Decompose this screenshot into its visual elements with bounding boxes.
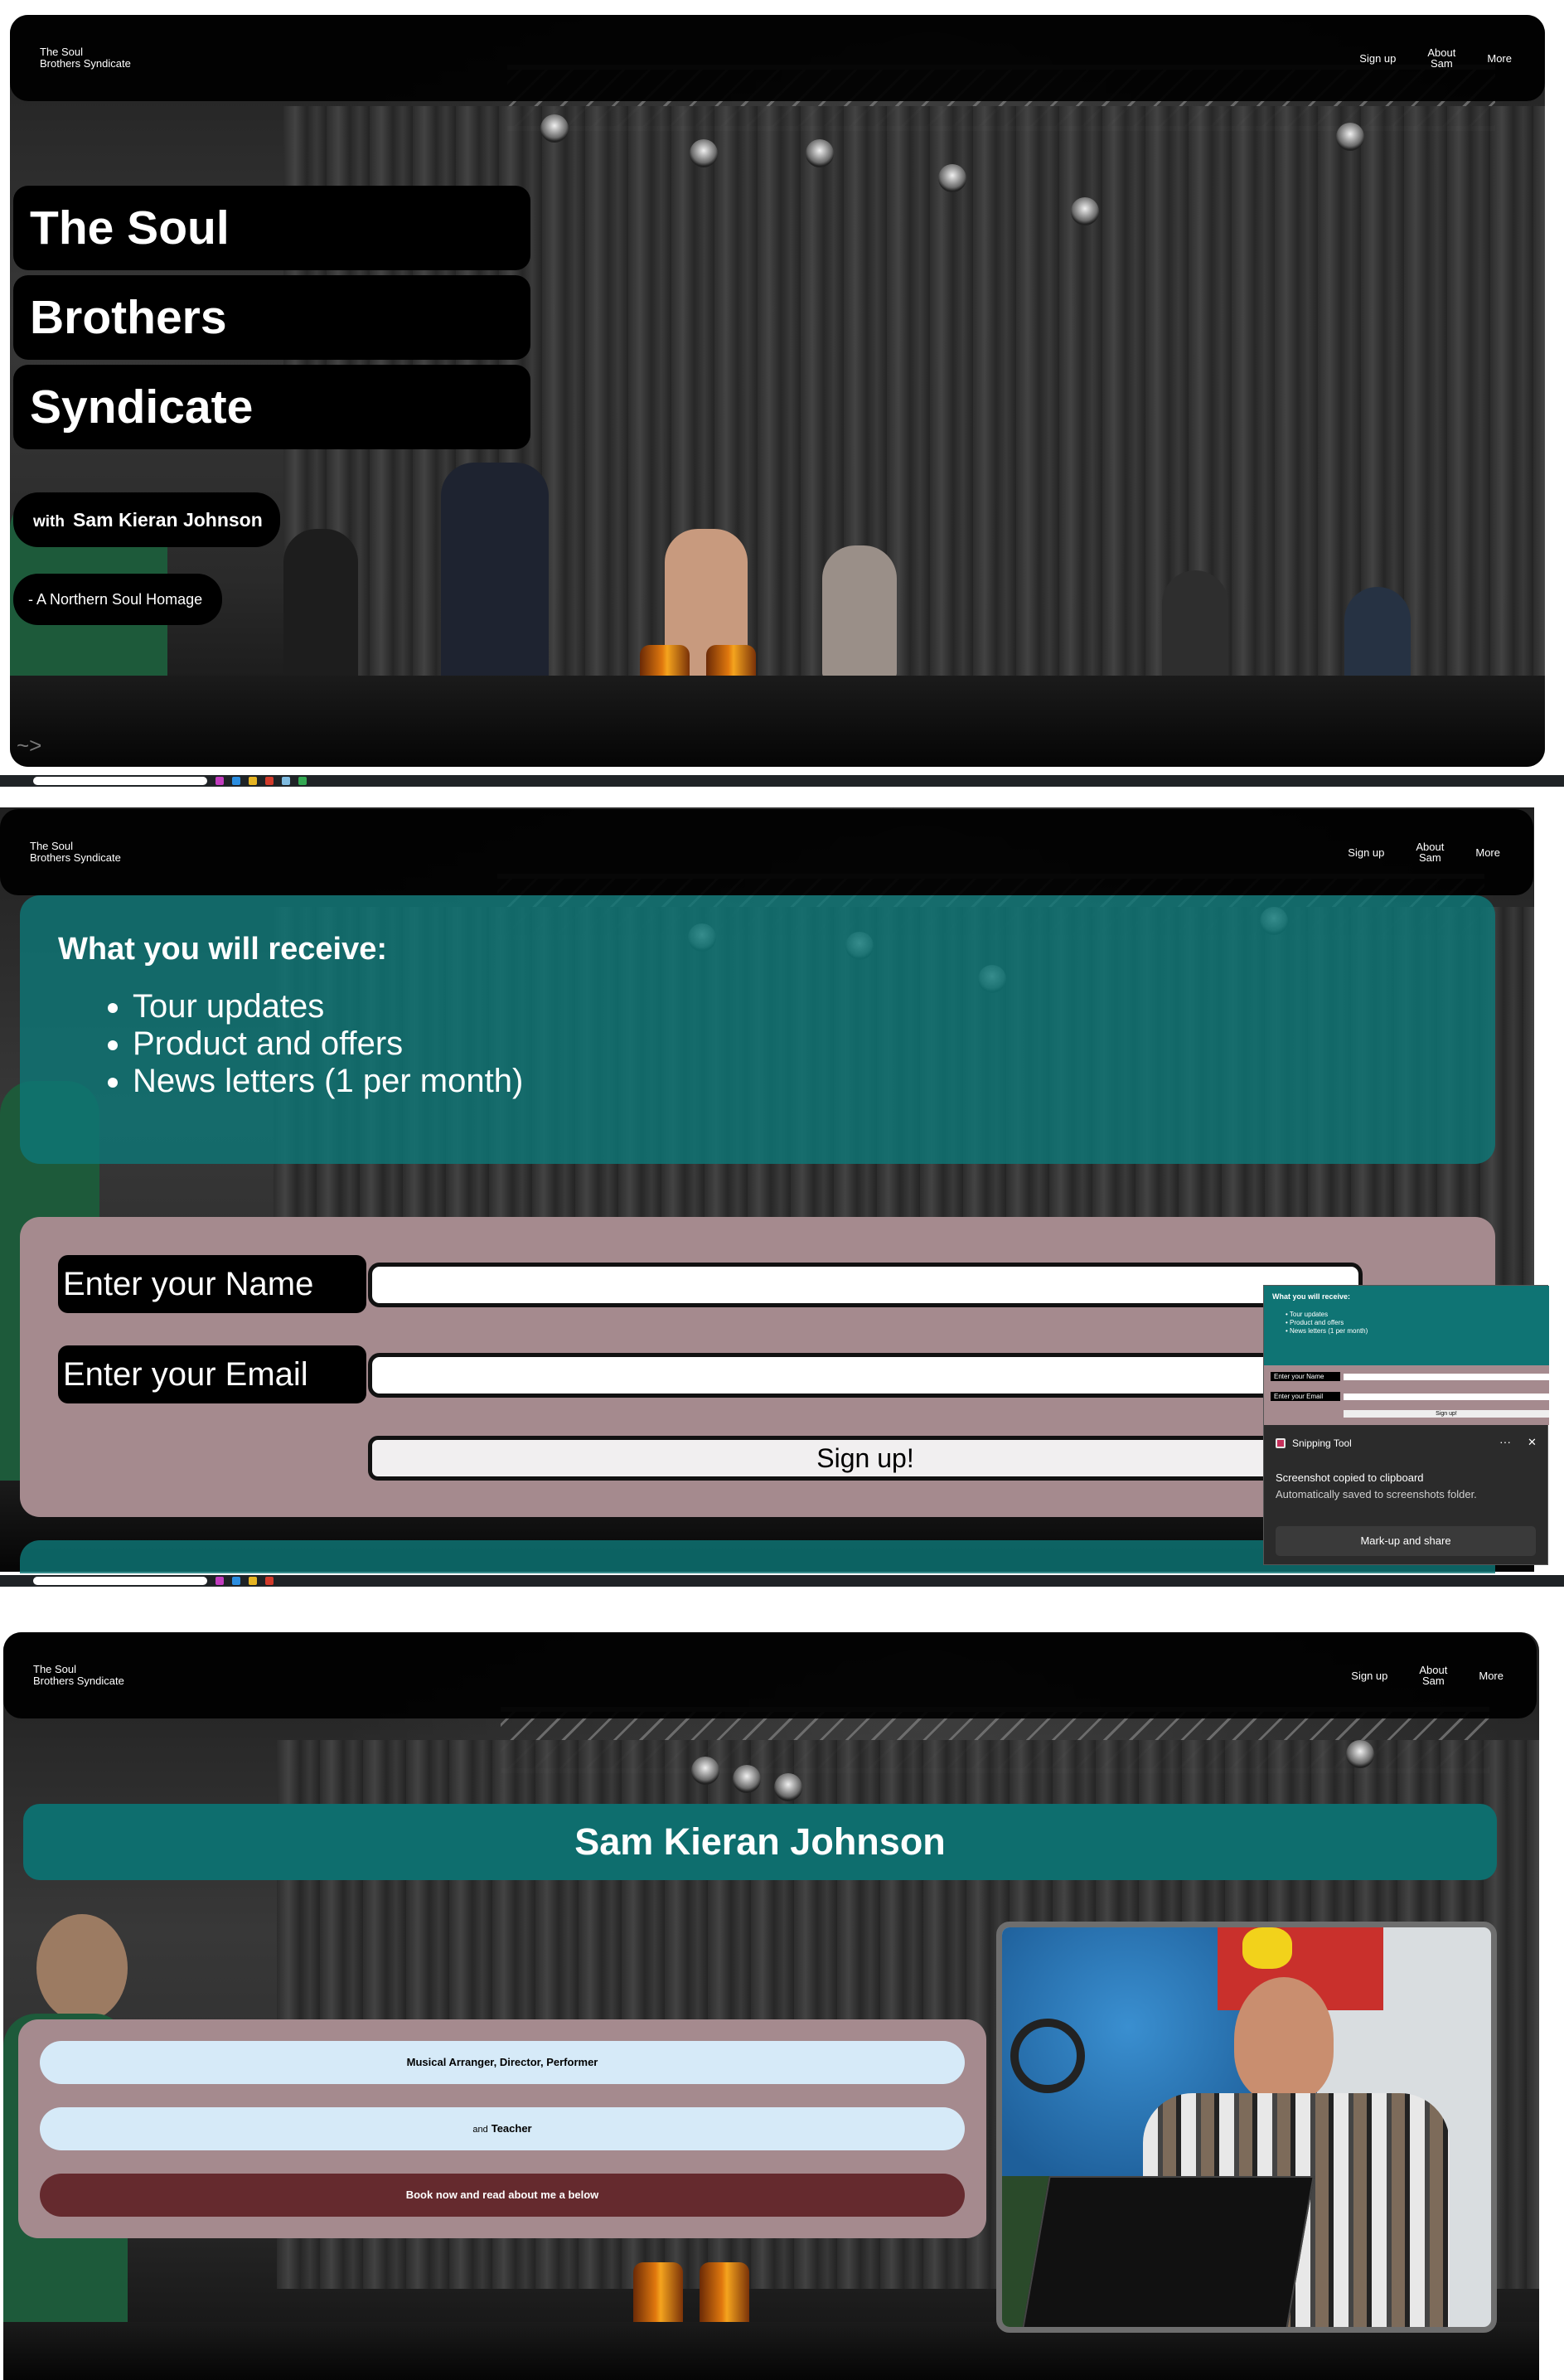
- nav-signup-link[interactable]: Sign up: [1348, 847, 1384, 858]
- hero-title-line-3: Syndicate: [13, 365, 530, 449]
- hero-title-line-1: The Soul: [13, 186, 530, 270]
- tagline-badge: - A Northern Soul Homage: [13, 574, 222, 625]
- teacher-pill: and Teacher: [40, 2107, 965, 2150]
- nav-more-link[interactable]: More: [1475, 847, 1500, 858]
- nav-links: Sign up About Sam More: [1348, 809, 1500, 895]
- benefits-list: Tour updates Product and offers News let…: [103, 988, 523, 1100]
- site-logo[interactable]: The Soul Brothers Syndicate: [30, 841, 146, 864]
- book-now-button[interactable]: Book now and read about me a below: [40, 2174, 965, 2217]
- with-artist-badge: with Sam Kieran Johnson: [13, 492, 280, 547]
- os-taskbar-1: [0, 775, 1564, 787]
- screenshot-thumbnail[interactable]: What you will receive: • Tour updates • …: [1264, 1286, 1549, 1425]
- top-nav: The Soul Brothers Syndicate Sign up Abou…: [0, 809, 1533, 895]
- app-icon[interactable]: [232, 1577, 240, 1585]
- app-icon[interactable]: [265, 777, 274, 785]
- top-nav: The Soul Brothers Syndicate Sign up Abou…: [10, 15, 1545, 101]
- app-icon[interactable]: [232, 777, 240, 785]
- email-input[interactable]: [368, 1353, 1363, 1398]
- app-icon[interactable]: [282, 777, 290, 785]
- app-icon[interactable]: [265, 1577, 274, 1585]
- toast-app-name: Snipping Tool: [1292, 1437, 1352, 1449]
- name-input[interactable]: [368, 1263, 1363, 1307]
- nav-more-link[interactable]: More: [1487, 53, 1512, 64]
- hero-title-line-2: Brothers: [13, 275, 530, 360]
- toast-close-icon[interactable]: ✕: [1528, 1436, 1537, 1449]
- hero-screenshot: The Soul Brothers Syndicate Sign up Abou…: [0, 0, 1564, 787]
- site-logo[interactable]: The Soul Brothers Syndicate: [33, 1664, 149, 1687]
- taskbar-search[interactable]: [33, 1577, 207, 1585]
- app-icon[interactable]: [215, 1577, 224, 1585]
- about-info-panel: Musical Arranger, Director, Performer an…: [18, 2019, 986, 2238]
- role-pill: Musical Arranger, Director, Performer: [40, 2041, 965, 2084]
- site-logo[interactable]: The Soul Brothers Syndicate: [40, 46, 156, 70]
- nav-links: Sign up About Sam More: [1359, 15, 1512, 101]
- toast-menu-icon[interactable]: ···: [1499, 1435, 1511, 1448]
- about-title: Sam Kieran Johnson: [23, 1804, 1497, 1880]
- nav-signup-link[interactable]: Sign up: [1359, 53, 1396, 64]
- name-label: Enter your Name: [58, 1255, 366, 1313]
- sam-portrait-photo: [996, 1922, 1497, 2333]
- nav-about-link[interactable]: About Sam: [1416, 841, 1444, 863]
- snipping-tool-icon: [1276, 1438, 1286, 1448]
- markup-and-share-button[interactable]: Mark-up and share: [1276, 1526, 1536, 1556]
- nav-about-link[interactable]: About Sam: [1419, 1665, 1447, 1686]
- benefit-item: News letters (1 per month): [133, 1063, 523, 1100]
- benefit-item: Tour updates: [133, 988, 523, 1025]
- benefit-item: Product and offers: [133, 1025, 523, 1063]
- email-label: Enter your Email: [58, 1345, 366, 1403]
- corner-mark: ~>: [17, 733, 42, 758]
- folder-icon[interactable]: [249, 777, 257, 785]
- os-taskbar-2: [0, 1575, 1564, 1587]
- toast-message: Screenshot copied to clipboard: [1276, 1471, 1424, 1484]
- nav-links: Sign up About Sam More: [1351, 1632, 1503, 1718]
- nav-about-link[interactable]: About Sam: [1427, 47, 1455, 69]
- nav-signup-link[interactable]: Sign up: [1351, 1670, 1387, 1681]
- taskbar-search[interactable]: [33, 777, 207, 785]
- folder-icon[interactable]: [249, 1577, 257, 1585]
- signup-submit-button[interactable]: Sign up!: [368, 1436, 1363, 1481]
- top-nav: The Soul Brothers Syndicate Sign up Abou…: [3, 1632, 1537, 1718]
- toast-detail: Automatically saved to screenshots folde…: [1276, 1488, 1477, 1500]
- app-icon[interactable]: [215, 777, 224, 785]
- app-icon[interactable]: [298, 777, 307, 785]
- snipping-tool-notification[interactable]: What you will receive: • Tour updates • …: [1263, 1285, 1549, 1565]
- nav-more-link[interactable]: More: [1479, 1670, 1503, 1681]
- benefits-panel: What you will receive: Tour updates Prod…: [20, 895, 1495, 1164]
- benefits-heading: What you will receive:: [58, 932, 387, 967]
